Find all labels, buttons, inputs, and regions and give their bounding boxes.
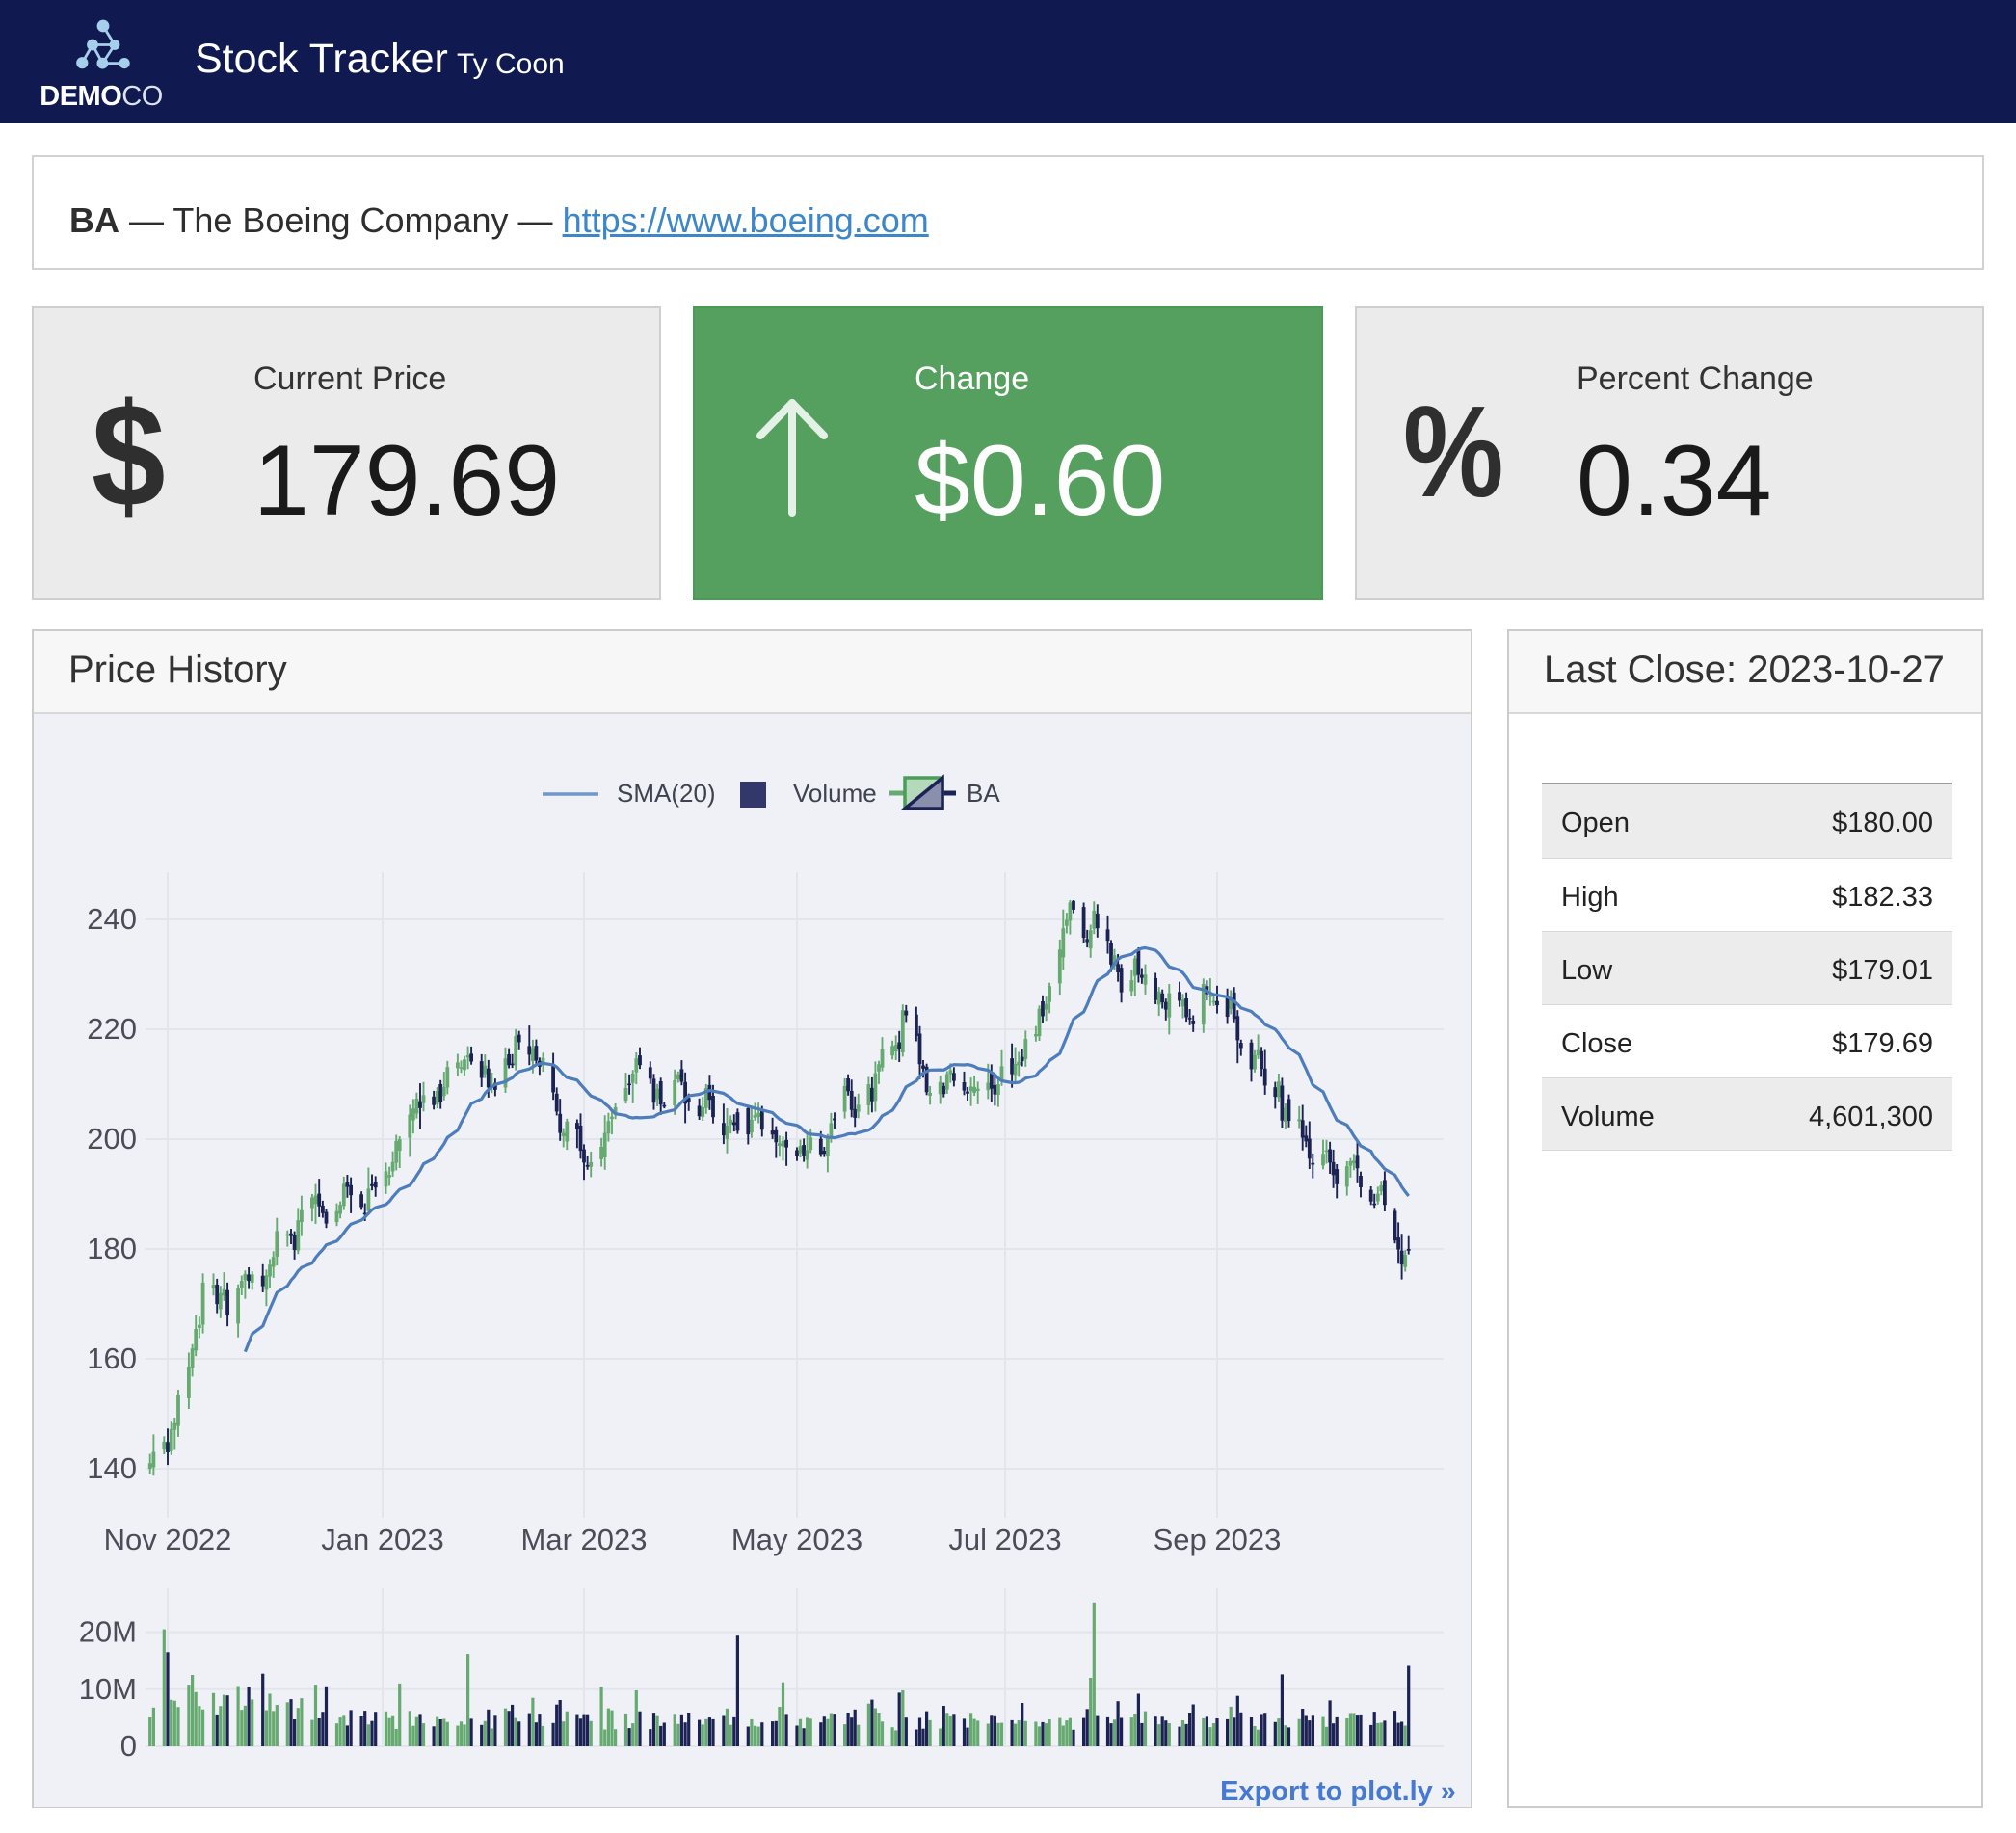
svg-text:Volume: Volume (793, 779, 877, 808)
svg-text:Mar 2023: Mar 2023 (521, 1523, 648, 1556)
svg-text:0: 0 (120, 1729, 137, 1763)
svg-text:20M: 20M (79, 1615, 137, 1649)
svg-text:220: 220 (87, 1012, 137, 1046)
svg-text:SMA(20): SMA(20) (617, 779, 716, 808)
svg-text:240: 240 (87, 902, 137, 936)
svg-text:BA: BA (967, 779, 1000, 808)
svg-text:10M: 10M (79, 1672, 137, 1706)
svg-text:Nov 2022: Nov 2022 (104, 1523, 232, 1556)
svg-text:160: 160 (87, 1342, 137, 1375)
svg-text:Export to plot.ly »: Export to plot.ly » (1220, 1776, 1456, 1807)
svg-text:180: 180 (87, 1232, 137, 1265)
svg-text:200: 200 (87, 1122, 137, 1156)
svg-text:Sep 2023: Sep 2023 (1154, 1523, 1282, 1556)
svg-text:May 2023: May 2023 (731, 1523, 862, 1556)
svg-text:Jul 2023: Jul 2023 (948, 1523, 1061, 1556)
svg-text:140: 140 (87, 1451, 137, 1485)
svg-text:Jan 2023: Jan 2023 (321, 1523, 444, 1556)
